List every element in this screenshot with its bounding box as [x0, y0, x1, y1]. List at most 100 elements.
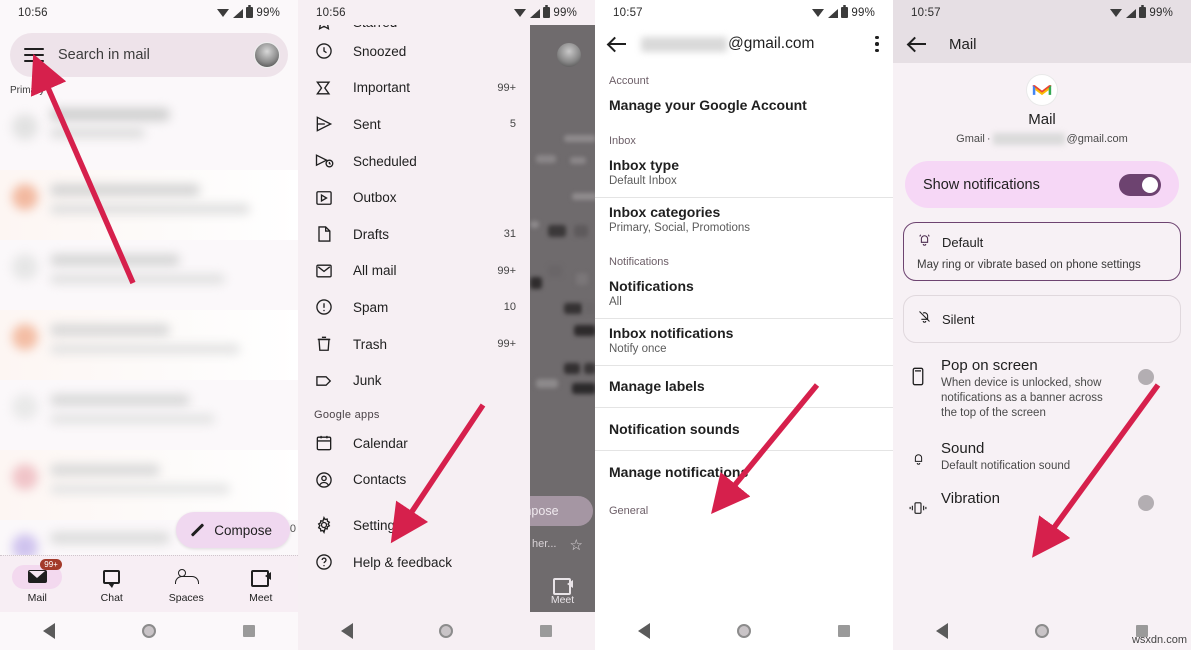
panel-gmail-drawer: 10:56 99% mpose her... ☆ Meet Snoozed Im…: [298, 0, 595, 650]
app-bar: @gmail.com: [595, 25, 893, 63]
kebab-menu-icon[interactable]: [875, 35, 879, 53]
nav-back-icon[interactable]: [638, 623, 651, 639]
drawer-scrim-overlay[interactable]: mpose her... ☆ Meet: [515, 25, 595, 612]
bottom-nav-item-meet[interactable]: Meet: [230, 565, 292, 604]
hamburger-menu-icon[interactable]: [24, 48, 44, 62]
pref-row-sound[interactable]: Sound Default notification sound: [893, 422, 1191, 474]
drawer-item-settings[interactable]: Settings: [298, 507, 530, 544]
drawer-item-calendar[interactable]: Calendar: [298, 425, 530, 462]
search-input[interactable]: Search in mail: [58, 47, 240, 63]
account-avatar: [557, 43, 581, 67]
settings-row-inbox-type[interactable]: Inbox type Default Inbox: [595, 151, 893, 197]
drawer-item-label: All mail: [353, 263, 397, 279]
search-bar[interactable]: Search in mail: [10, 33, 288, 77]
spam-warning-icon: [314, 297, 334, 317]
bottom-nav-item-mail[interactable]: 99+ Mail: [6, 558, 68, 604]
pref-title: Vibration: [941, 489, 1000, 507]
pref-row-vibration[interactable]: Vibration: [893, 474, 1191, 516]
bottom-nav-item-spaces[interactable]: Spaces: [155, 565, 217, 604]
settings-row-title: Manage notifications: [609, 464, 749, 480]
settings-row-manage-notifications[interactable]: Manage notifications: [595, 451, 893, 493]
show-notifications-row[interactable]: Show notifications: [905, 161, 1179, 208]
list-item[interactable]: [0, 100, 298, 170]
settings-row-inbox-notifications[interactable]: Inbox notifications Notify once: [595, 319, 893, 365]
pref-description: When device is unlocked, show notificati…: [941, 377, 1103, 420]
option-card-default[interactable]: Default May ring or vibrate based on pho…: [903, 222, 1181, 281]
status-bar: 10:57 99%: [893, 0, 1191, 25]
nav-home-icon[interactable]: [141, 624, 156, 638]
mail-list[interactable]: [0, 100, 298, 560]
nav-recents-icon[interactable]: [837, 625, 850, 637]
drawer-item-spam[interactable]: Spam 10: [298, 289, 530, 326]
nav-recents-icon[interactable]: [539, 625, 552, 637]
drawer-item-drafts[interactable]: Drafts 31: [298, 216, 530, 253]
truncated-row-text: her...: [532, 538, 557, 550]
settings-scroll[interactable]: Account Manage your Google Account Inbox…: [595, 63, 893, 521]
drawer-item-outbox[interactable]: Outbox: [298, 179, 530, 216]
drawer-item-count: 31: [503, 228, 516, 241]
list-item[interactable]: [0, 450, 298, 520]
settings-row-manage-account[interactable]: Manage your Google Account: [595, 91, 893, 123]
drawer-item-count: 99+: [497, 264, 516, 277]
drawer-item-contacts[interactable]: Contacts: [298, 462, 530, 499]
navigation-drawer[interactable]: Starred Snoozed Important 99+: [298, 25, 530, 612]
list-item[interactable]: [0, 380, 298, 450]
drawer-item-junk[interactable]: Junk: [298, 362, 530, 399]
bottom-navigation[interactable]: 99+ Mail Chat Spaces Meet: [0, 555, 298, 612]
show-notifications-toggle[interactable]: [1119, 173, 1161, 196]
list-item[interactable]: [0, 170, 298, 240]
drawer-item-snoozed[interactable]: Snoozed: [298, 33, 530, 70]
app-bar: Mail: [893, 25, 1191, 63]
nav-home-icon[interactable]: [736, 624, 751, 638]
drawer-item-important[interactable]: Important 99+: [298, 70, 530, 107]
drawer-item-help-feedback[interactable]: Help & feedback: [298, 544, 530, 581]
settings-row-subtitle: Default Inbox: [609, 175, 677, 187]
settings-row-notification-sounds[interactable]: Notification sounds: [595, 408, 893, 450]
drawer-item-trash[interactable]: Trash 99+: [298, 326, 530, 363]
nav-back-icon[interactable]: [936, 623, 949, 639]
page-title: Mail: [949, 35, 977, 53]
battery-percent: 99%: [851, 6, 875, 19]
android-navigation-bar[interactable]: [298, 612, 595, 650]
settings-row-notifications[interactable]: Notifications All: [595, 272, 893, 318]
list-item[interactable]: [0, 240, 298, 310]
settings-row-title: Inbox categories: [609, 204, 721, 220]
nav-back-icon[interactable]: [341, 623, 354, 639]
clock-icon: [314, 41, 334, 61]
battery-percent: 99%: [256, 6, 280, 19]
back-arrow-icon[interactable]: [909, 37, 927, 51]
bottom-nav-item-chat[interactable]: Chat: [81, 565, 143, 604]
star-outline-icon: [314, 25, 334, 32]
battery-icon: [543, 5, 551, 18]
bottom-nav-item-meet[interactable]: Meet: [530, 578, 595, 606]
spaces-people-icon: [161, 565, 211, 589]
nav-home-icon[interactable]: [1034, 624, 1049, 638]
drawer-item-label: Help & feedback: [353, 554, 453, 570]
back-arrow-icon[interactable]: [609, 37, 627, 51]
settings-row-manage-labels[interactable]: Manage labels: [595, 366, 893, 407]
drawer-item-sent[interactable]: Sent 5: [298, 106, 530, 143]
section-header-account: Account: [609, 75, 649, 87]
star-outline-icon[interactable]: ☆: [570, 536, 583, 554]
compose-button[interactable]: Compose: [176, 512, 290, 548]
drawer-item-all-mail[interactable]: All mail 99+: [298, 253, 530, 290]
pref-row-pop-on-screen[interactable]: Pop on screen When device is unlocked, s…: [893, 343, 1191, 422]
android-navigation-bar[interactable]: [595, 612, 893, 650]
settings-row-subtitle: Notify once: [609, 343, 667, 355]
document-icon: [314, 224, 334, 244]
drawer-section-header: Google apps: [314, 408, 380, 421]
drawer-item-scheduled[interactable]: Scheduled: [298, 143, 530, 180]
android-navigation-bar[interactable]: [0, 612, 298, 650]
section-header-general: General: [609, 505, 649, 517]
list-item[interactable]: [0, 310, 298, 380]
account-avatar[interactable]: [254, 42, 280, 68]
nav-home-icon[interactable]: [439, 624, 454, 638]
nav-back-icon[interactable]: [43, 623, 56, 639]
nav-recents-icon[interactable]: [242, 625, 255, 637]
option-card-silent[interactable]: Silent: [903, 295, 1181, 343]
settings-row-title: Manage labels: [609, 378, 705, 394]
drawer-item-starred[interactable]: Starred: [298, 25, 530, 33]
label-tag-icon: [314, 371, 334, 391]
compose-label: Compose: [214, 522, 272, 538]
settings-row-inbox-categories[interactable]: Inbox categories Primary, Social, Promot…: [595, 198, 893, 244]
